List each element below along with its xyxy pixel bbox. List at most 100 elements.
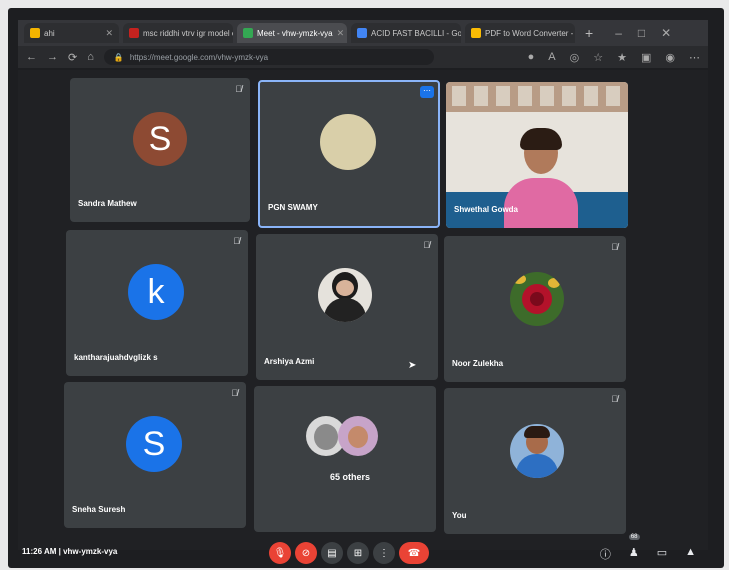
tab-label: msc riddhi vtrv igr model exam <box>143 28 233 38</box>
lock-icon: 🔒 <box>113 52 124 62</box>
bookmark-icon[interactable]: ☆ <box>593 51 603 64</box>
participant-tile-video[interactable]: Shwethal Gowda <box>446 82 628 228</box>
yellow-petal <box>548 278 560 288</box>
browser-tab[interactable]: msc riddhi vtrv igr model exam ✕ <box>123 23 233 43</box>
participant-tile[interactable]: 🎙̸ S Sneha Suresh <box>64 382 246 528</box>
participant-name: You <box>452 511 467 520</box>
close-icon[interactable]: ✕ <box>105 28 113 39</box>
mic-off-icon: 🎙̸ <box>233 236 240 246</box>
participant-name: kantharajuahdvglizk s <box>74 353 158 362</box>
back-icon[interactable]: ← <box>26 51 37 63</box>
chat-icon[interactable]: ▭ <box>657 546 667 562</box>
info-icon[interactable]: ⓘ <box>600 546 611 562</box>
present-icon: ⊞ <box>353 547 363 559</box>
person-clothing <box>504 178 578 228</box>
rose-center <box>530 292 544 306</box>
forward-icon[interactable]: → <box>47 51 58 63</box>
frame-image <box>518 86 532 106</box>
avatar-photo <box>338 416 378 456</box>
participant-name: Sneha Suresh <box>72 505 126 514</box>
more-options-button[interactable]: ⋯ <box>420 86 434 98</box>
person-hair <box>520 128 562 150</box>
address-bar[interactable]: 🔒 https://meet.google.com/vhw-ymzk-vya <box>103 49 434 65</box>
participant-name: Arshiya Azmi <box>264 357 315 366</box>
present-button[interactable]: ⊞ <box>347 542 369 564</box>
gmail-icon <box>129 28 139 38</box>
participant-count-badge: 68 <box>628 534 640 540</box>
avatar <box>320 114 376 170</box>
frame-image <box>540 86 554 106</box>
activities-icon[interactable]: ▲ <box>685 546 696 562</box>
leave-call-button[interactable]: ☎ <box>399 542 429 564</box>
url-text: https://meet.google.com/vhw-ymzk-vya <box>129 52 269 62</box>
pdf-icon <box>471 28 481 38</box>
minimize-icon[interactable]: – <box>615 26 622 40</box>
side-panel-buttons: ⓘ 68 ♟ ▭ ▲ <box>600 534 696 562</box>
reload-icon[interactable]: ⟳ <box>68 51 77 64</box>
person-clothing <box>324 298 366 322</box>
mic-off-icon: 🎙̸ <box>231 388 238 398</box>
participant-tile[interactable]: 🎙̸ k kantharajuahdvglizk s <box>66 230 248 376</box>
menu-icon[interactable]: ⋯ <box>689 51 700 64</box>
browser-tab-strip: ahi ✕ msc riddhi vtrv igr model exam ✕ M… <box>18 20 708 46</box>
avatar: k <box>128 264 184 320</box>
meeting-code: vhw-ymzk-vya <box>63 547 118 556</box>
mic-off-icon: 🎙 <box>273 547 287 559</box>
extension-icon[interactable]: ◎ <box>570 51 580 64</box>
frame-image <box>496 86 510 106</box>
frame-image <box>584 86 598 106</box>
others-tile[interactable]: 65 others <box>254 386 436 532</box>
browser-tab[interactable]: ACID FAST BACILLI - Google Se ✕ <box>351 23 461 43</box>
participant-name: Noor Zulekha <box>452 359 504 368</box>
avatar: S <box>126 416 182 472</box>
captions-icon: ▤ <box>327 547 337 559</box>
mic-indicator-icon[interactable]: ● <box>528 51 535 64</box>
tab-label: ACID FAST BACILLI - Google Se <box>371 28 461 38</box>
read-aloud-icon[interactable]: A <box>548 51 555 64</box>
participant-tile-highlighted[interactable]: ⋯ PGN SWAMY <box>258 80 440 228</box>
camera-toggle-button[interactable]: ⊘ <box>295 542 317 564</box>
tab-label: Meet - vhw-ymzk-vya <box>257 28 333 38</box>
avatar-photo <box>510 424 564 478</box>
meeting-time: 11:26 AM <box>22 547 57 556</box>
hangup-icon: ☎ <box>407 547 421 559</box>
profile-icon[interactable]: ◉ <box>665 51 675 64</box>
participant-name: Sandra Mathew <box>78 199 137 208</box>
tab-favicon-icon <box>30 28 40 38</box>
mic-off-icon: 🎙̸ <box>423 240 430 250</box>
frame-image <box>562 86 576 106</box>
mouse-cursor-icon: ➤ <box>408 360 417 371</box>
person-face <box>336 280 354 296</box>
browser-tab-active[interactable]: Meet - vhw-ymzk-vya ✕ <box>237 23 347 43</box>
browser-tab[interactable]: PDF to Word Converter - 100% ✕ <box>465 23 575 43</box>
captions-button[interactable]: ▤ <box>321 542 343 564</box>
window-close-icon[interactable]: ✕ <box>661 26 671 40</box>
avatar: S <box>133 112 187 166</box>
participant-tile[interactable]: 🎙̸ Noor Zulekha <box>444 236 626 382</box>
participant-tile[interactable]: 🎙̸ Arshiya Azmi ➤ <box>256 234 438 380</box>
browser-toolbar: ← → ⟳ ⌂ 🔒 https://meet.google.com/vhw-ym… <box>18 46 708 68</box>
more-options-button[interactable]: ⋮ <box>373 542 395 564</box>
person-face <box>314 424 338 450</box>
meeting-details[interactable]: 11:26 AM | vhw-ymzk-vya <box>22 547 117 556</box>
tab-label: PDF to Word Converter - 100% <box>485 28 575 38</box>
self-view-tile[interactable]: 🎙̸ You <box>444 388 626 534</box>
new-tab-button[interactable]: + <box>579 25 599 41</box>
meet-video-grid: 🎙̸ S Sandra Mathew ⋯ PGN SWAMY Shwethal … <box>18 70 708 550</box>
favorites-icon[interactable]: ★ <box>617 51 627 64</box>
people-icon[interactable]: 68 ♟ <box>628 534 640 562</box>
frame-image <box>606 86 620 106</box>
meet-icon <box>243 28 253 38</box>
participant-tile[interactable]: 🎙̸ S Sandra Mathew <box>70 78 250 222</box>
home-icon[interactable]: ⌂ <box>87 51 94 63</box>
avatar-photo <box>510 272 564 326</box>
person-face <box>348 426 368 448</box>
participant-name: PGN SWAMY <box>268 203 318 212</box>
collections-icon[interactable]: ▣ <box>641 51 651 64</box>
tab-label: ahi <box>44 28 55 38</box>
maximize-icon[interactable]: □ <box>638 26 645 40</box>
camera-off-icon: ⊘ <box>301 547 311 559</box>
close-icon[interactable]: ✕ <box>337 28 345 39</box>
mic-toggle-button[interactable]: 🎙 <box>269 542 291 564</box>
browser-tab[interactable]: ahi ✕ <box>24 23 119 43</box>
